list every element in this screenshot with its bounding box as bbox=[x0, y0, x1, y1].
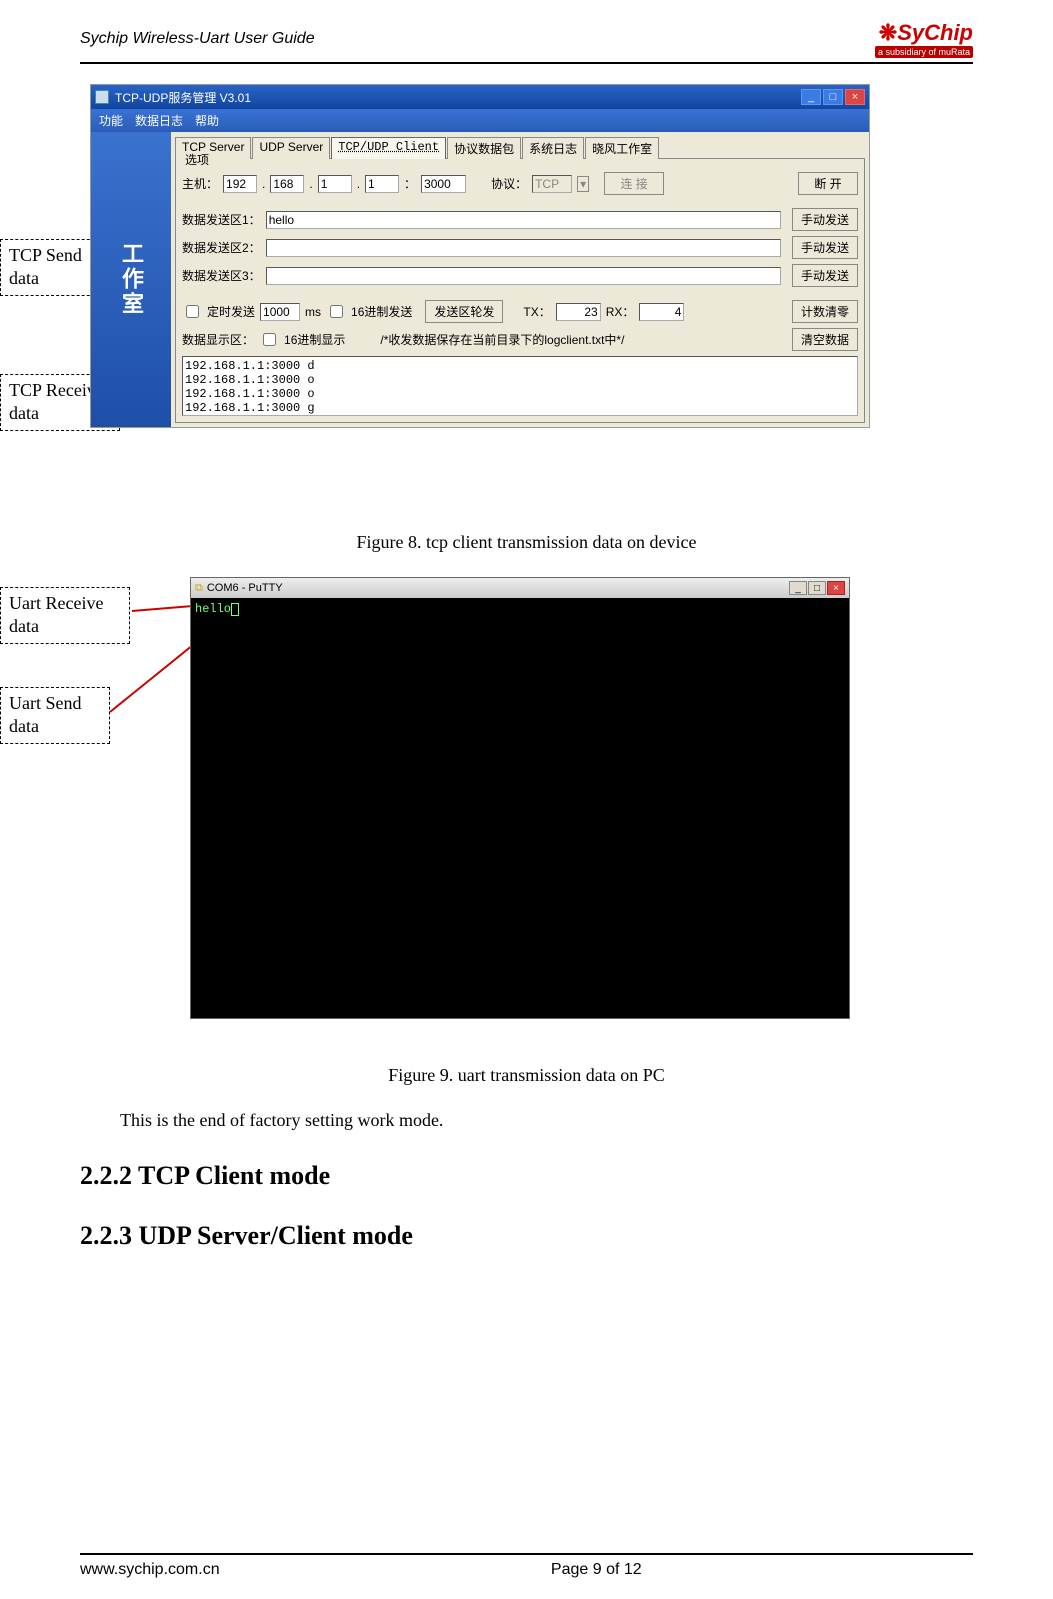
menu-item[interactable]: 帮助 bbox=[195, 112, 219, 129]
menu-bar: 功能 数据日志 帮助 bbox=[91, 109, 869, 132]
ip-field-4[interactable] bbox=[365, 175, 399, 193]
page-header: Sychip Wireless-Uart User Guide ❋SyChip … bbox=[80, 20, 973, 64]
putty-titlebar[interactable]: ⧉ COM6 - PuTTY _ □ × bbox=[191, 578, 849, 598]
tab-tcp-udp-client[interactable]: TCP/UDP Client bbox=[331, 137, 446, 159]
clear-count-button[interactable]: 计数清零 bbox=[792, 300, 858, 323]
sidebar-banner: 工作室 bbox=[91, 132, 171, 427]
maximize-icon[interactable]: □ bbox=[808, 581, 826, 595]
timer-interval-input[interactable] bbox=[260, 303, 300, 321]
tab-bar: TCP Server UDP Server TCP/UDP Client 协议数… bbox=[175, 136, 865, 158]
manual-send-3-button[interactable]: 手动发送 bbox=[792, 264, 858, 287]
manual-send-1-button[interactable]: 手动发送 bbox=[792, 208, 858, 231]
host-label: 主机： bbox=[182, 175, 218, 192]
figure-9-caption: Figure 9. uart transmission data on PC bbox=[80, 1065, 973, 1086]
save-note: /*收发数据保存在当前目录下的logclient.txt中*/ bbox=[380, 331, 624, 348]
clear-data-button[interactable]: 清空数据 bbox=[792, 328, 858, 351]
tab-proto-pkt[interactable]: 协议数据包 bbox=[447, 137, 521, 159]
ip-field-2[interactable] bbox=[270, 175, 304, 193]
send-area-2-label: 数据发送区2： bbox=[182, 239, 261, 256]
maximize-icon[interactable]: □ bbox=[823, 89, 843, 105]
send-area-1-label: 数据发送区1： bbox=[182, 211, 261, 228]
ip-field-3[interactable] bbox=[318, 175, 352, 193]
timer-send-label: 定时发送 bbox=[207, 303, 255, 320]
callout-uart-send: Uart Send data bbox=[0, 687, 110, 744]
figure-8-caption: Figure 8. tcp client transmission data o… bbox=[80, 532, 973, 553]
ip-field-1[interactable] bbox=[223, 175, 257, 193]
page-footer: www.sychip.com.cn Page 9 of 12 bbox=[80, 1553, 973, 1579]
menu-item[interactable]: 数据日志 bbox=[135, 112, 183, 129]
tab-syslog[interactable]: 系统日志 bbox=[522, 137, 584, 159]
putty-title: COM6 - PuTTY bbox=[207, 582, 283, 594]
app-icon bbox=[95, 90, 109, 104]
minimize-icon[interactable]: _ bbox=[801, 89, 821, 105]
heading-2-2-2: 2.2.2 TCP Client mode bbox=[80, 1161, 973, 1191]
hex-send-checkbox[interactable] bbox=[330, 305, 343, 318]
tab-udp-server[interactable]: UDP Server bbox=[252, 137, 330, 159]
close-icon[interactable]: × bbox=[845, 89, 865, 105]
hex-send-label: 16进制发送 bbox=[351, 303, 412, 320]
send-area-3-input[interactable] bbox=[266, 267, 781, 285]
send-area-2-input[interactable] bbox=[266, 239, 781, 257]
proto-label: 协议： bbox=[491, 175, 527, 192]
callout-uart-recv: Uart Receive data bbox=[0, 587, 130, 644]
window-titlebar[interactable]: TCP-UDP服务管理 V3.01 _ □ × bbox=[91, 85, 869, 109]
terminal-output[interactable]: hello bbox=[191, 598, 849, 1018]
footer-url: www.sychip.com.cn bbox=[80, 1561, 220, 1579]
proto-select[interactable] bbox=[532, 175, 572, 193]
tx-label: TX： bbox=[523, 303, 550, 320]
disconnect-button[interactable]: 断 开 bbox=[798, 172, 858, 195]
timer-send-checkbox[interactable] bbox=[186, 305, 199, 318]
window-title: TCP-UDP服务管理 V3.01 bbox=[115, 89, 251, 106]
hex-display-label: 16进制显示 bbox=[284, 331, 345, 348]
logo-subtitle: a subsidiary of muRata bbox=[875, 46, 973, 58]
doc-title: Sychip Wireless-Uart User Guide bbox=[80, 30, 315, 48]
logo: ❋SyChip a subsidiary of muRata bbox=[875, 20, 973, 58]
recv-log-textbox[interactable]: 192.168.1.1:3000 d 192.168.1.1:3000 o 19… bbox=[182, 356, 858, 416]
rx-label: RX： bbox=[606, 303, 635, 320]
manual-send-2-button[interactable]: 手动发送 bbox=[792, 236, 858, 259]
hex-display-checkbox[interactable] bbox=[263, 333, 276, 346]
cursor-icon bbox=[231, 603, 239, 616]
heading-2-2-3: 2.2.3 UDP Server/Client mode bbox=[80, 1221, 973, 1251]
port-field[interactable] bbox=[421, 175, 466, 193]
rotate-send-button[interactable]: 发送区轮发 bbox=[425, 300, 503, 323]
footer-page: Page 9 of 12 bbox=[551, 1561, 642, 1579]
callout-tcp-send: TCP Send data bbox=[0, 239, 100, 296]
putty-icon: ⧉ bbox=[195, 582, 203, 595]
menu-item[interactable]: 功能 bbox=[99, 112, 123, 129]
tab-studio[interactable]: 晓风工作室 bbox=[585, 137, 659, 159]
logo-text: ❋SyChip bbox=[879, 20, 973, 46]
minimize-icon[interactable]: _ bbox=[789, 581, 807, 595]
tx-count bbox=[556, 303, 601, 321]
display-area-label: 数据显示区： bbox=[182, 331, 254, 348]
connect-button[interactable]: 连 接 bbox=[604, 172, 664, 195]
dropdown-arrow-icon[interactable]: ▾ bbox=[577, 176, 589, 192]
group-label: 选项 bbox=[182, 151, 212, 168]
send-area-1-input[interactable] bbox=[266, 211, 781, 229]
send-area-3-label: 数据发送区3： bbox=[182, 267, 261, 284]
close-icon[interactable]: × bbox=[827, 581, 845, 595]
body-text: This is the end of factory setting work … bbox=[120, 1110, 973, 1131]
rx-count bbox=[639, 303, 684, 321]
